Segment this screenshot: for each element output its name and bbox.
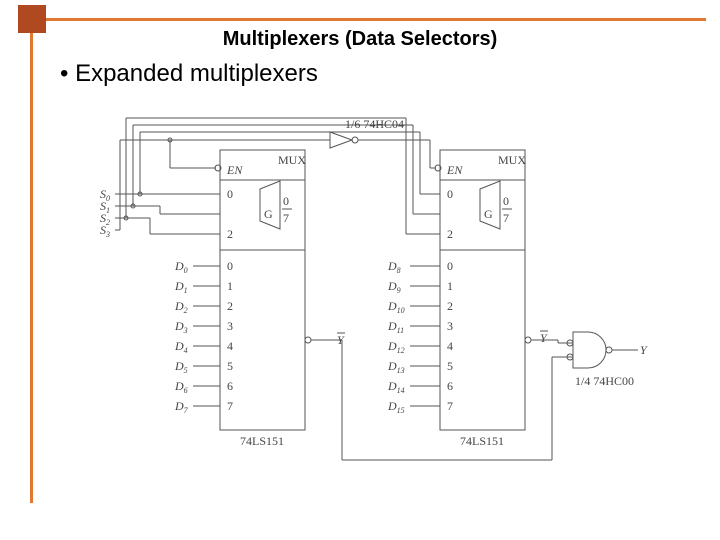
svg-text:0: 0	[447, 187, 453, 201]
bullet-text: • Expanded multiplexers	[60, 60, 318, 88]
svg-text:7: 7	[503, 211, 509, 225]
mux-left-title: MUX	[278, 153, 306, 167]
svg-text:D0: D0	[174, 259, 188, 275]
data-labels-right: D8 D9 D10 D11 D12 D13 D14 D15	[387, 259, 405, 415]
mux-left-caption: 74LS151	[240, 434, 284, 448]
inverter-label: 1/6 74HC04	[345, 117, 404, 131]
svg-text:6: 6	[227, 379, 233, 393]
svg-text:7: 7	[447, 399, 453, 413]
svg-text:D4: D4	[174, 339, 188, 355]
ybar-right-label: Y	[540, 331, 548, 345]
mux-right-g: G	[484, 207, 493, 221]
svg-text:4: 4	[447, 339, 453, 353]
svg-text:3: 3	[227, 319, 233, 333]
svg-text:D15: D15	[387, 399, 405, 415]
mux-right-title: MUX	[498, 153, 526, 167]
mux-left-g7: 7	[283, 211, 289, 225]
mux-left-en: EN	[226, 163, 243, 177]
svg-text:D8: D8	[387, 259, 401, 275]
svg-text:7: 7	[227, 399, 233, 413]
svg-text:1: 1	[447, 279, 453, 293]
svg-text:D2: D2	[174, 299, 188, 315]
mux-left-sel0: 0	[227, 187, 233, 201]
svg-text:5: 5	[227, 359, 233, 373]
svg-text:5: 5	[447, 359, 453, 373]
left-rule	[30, 33, 33, 503]
svg-text:D11: D11	[387, 319, 404, 335]
svg-text:D9: D9	[387, 279, 401, 295]
mux-left-g: G	[264, 207, 273, 221]
nand-gate-icon	[573, 332, 606, 368]
slide-title: Multiplexers (Data Selectors)	[0, 28, 720, 51]
y-output-label: Y	[640, 343, 648, 357]
svg-text:D1: D1	[174, 279, 188, 295]
inverter-icon	[330, 132, 352, 148]
svg-text:D3: D3	[174, 319, 188, 335]
mux-right-en: EN	[446, 163, 463, 177]
svg-text:D14: D14	[387, 379, 405, 395]
svg-text:D5: D5	[174, 359, 188, 375]
mux-left-sel2: 2	[227, 227, 233, 241]
svg-text:0: 0	[227, 259, 233, 273]
mux-left-g0: 0	[283, 194, 289, 208]
svg-text:D12: D12	[387, 339, 405, 355]
svg-text:D10: D10	[387, 299, 405, 315]
svg-text:0: 0	[447, 259, 453, 273]
svg-text:2: 2	[447, 299, 453, 313]
top-rule	[46, 18, 706, 21]
svg-text:D7: D7	[174, 399, 189, 415]
svg-text:3: 3	[447, 319, 453, 333]
ybar-left-label: Y	[337, 333, 345, 347]
schematic-diagram: MUX EN G 0 7 0 2 0 1 2 3 4 5 6 7 74LS151…	[90, 110, 650, 480]
svg-text:2: 2	[447, 227, 453, 241]
svg-text:0: 0	[503, 194, 509, 208]
svg-text:6: 6	[447, 379, 453, 393]
nand-label: 1/4 74HC00	[575, 374, 634, 388]
svg-text:1: 1	[227, 279, 233, 293]
svg-text:D13: D13	[387, 359, 405, 375]
svg-text:4: 4	[227, 339, 233, 353]
svg-text:D6: D6	[174, 379, 188, 395]
mux-right-caption: 74LS151	[460, 434, 504, 448]
data-labels-left: D0 D1 D2 D3 D4 D5 D6 D7	[174, 259, 189, 415]
svg-text:2: 2	[227, 299, 233, 313]
